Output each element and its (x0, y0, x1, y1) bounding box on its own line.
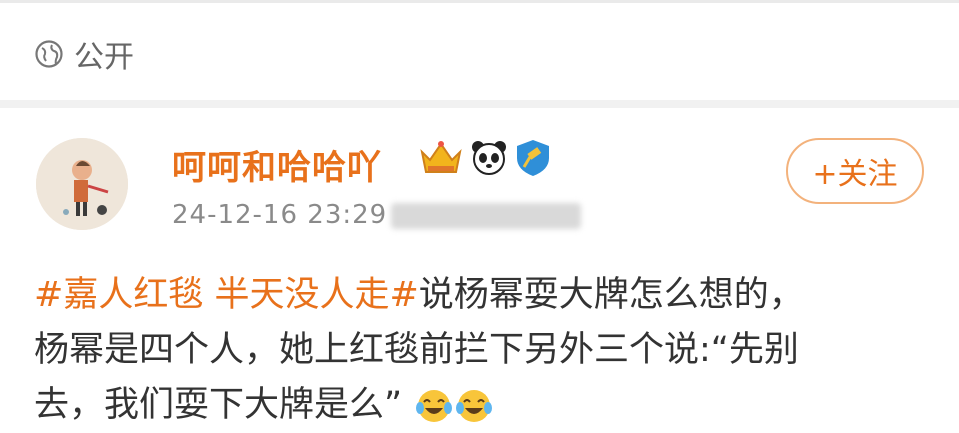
avatar-illustration (36, 138, 128, 230)
avatar[interactable] (36, 138, 128, 230)
crown-badge-icon (420, 141, 462, 173)
post-header-bar: 公开 (0, 0, 959, 108)
user-badges (418, 138, 552, 178)
divider (0, 0, 959, 3)
visibility-label: 公开 (74, 40, 134, 75)
panda-badge-icon (472, 141, 506, 175)
post-card: 呵呵和哈哈吖 24-12-16 23:29 +关注 #嘉人红毯 半天没人走#说杨… (0, 108, 959, 428)
post-text-2: 杨幂是四个人，她上红毯前拦下另外三个说:“先别 (34, 330, 799, 370)
hashtag-link[interactable]: #嘉人红毯 半天没人走# (34, 275, 419, 315)
post-timestamp: 24-12-16 23:29 (172, 200, 388, 230)
laughing-tears-emoji (456, 390, 493, 422)
follow-button[interactable]: +关注 (786, 138, 924, 204)
post-text-3: 去，我们耍下大牌是么” (34, 385, 403, 425)
laughing-tears-emoji (416, 390, 453, 422)
post-meta: 24-12-16 23:29 (172, 200, 582, 230)
blurred-location (391, 202, 582, 229)
post-content: #嘉人红毯 半天没人走#说杨幂耍大牌怎么想的， 杨幂是四个人，她上红毯前拦下另外… (34, 268, 934, 433)
gavel-badge-icon (517, 140, 549, 176)
visibility-indicator: 公开 (34, 32, 134, 76)
post-text-1: 说杨幂耍大牌怎么想的， (418, 275, 804, 315)
username[interactable]: 呵呵和哈哈吖 (172, 140, 382, 189)
globe-icon (35, 40, 63, 68)
